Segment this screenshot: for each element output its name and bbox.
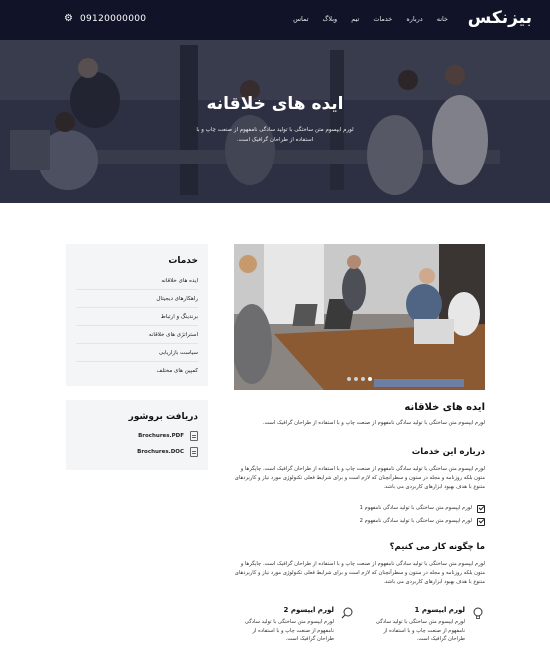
about-section: درباره این خدمات لورم ایپسوم متن ساختگی …: [234, 447, 485, 492]
slider-dot-3[interactable]: [354, 377, 358, 381]
hero-subtitle: لورم ایپسوم متن ساختگی با تولید سادگی نا…: [196, 127, 354, 143]
service-image-slider[interactable]: [234, 244, 485, 390]
gear-icon[interactable]: ⚙: [64, 14, 73, 24]
hero-overlay: [0, 40, 550, 203]
feature-text: لورم ایپسوم متن ساختگی با تولید سادگی نا…: [244, 619, 334, 642]
brochure-doc-link[interactable]: Brochures.DOC: [66, 444, 208, 460]
main-nav: خانه درباره خدمات تیم وبلاگ تماس: [293, 15, 448, 23]
nav-item-contact[interactable]: تماس: [293, 15, 308, 23]
check-text: لورم ایپسوم متن ساختگی با تولید سادگی نا…: [359, 518, 472, 524]
nav-item-blog[interactable]: وبلاگ: [323, 15, 338, 23]
check-item: لورم ایپسوم متن ساختگی با تولید سادگی نا…: [234, 515, 485, 528]
top-navbar: بیزنکس خانه درباره خدمات تیم وبلاگ تماس 09120…: [0, 0, 550, 40]
service-link-marketing[interactable]: سیاست بازاریابی: [76, 344, 198, 362]
services-title: خدمات: [168, 256, 198, 266]
search-icon: [341, 607, 353, 619]
feature-title: لورم ایپسوم 2: [283, 606, 334, 614]
slider-dot-1[interactable]: [368, 377, 372, 381]
service-link-branding[interactable]: برندینگ و ارتباط: [76, 308, 198, 326]
brochure-title: دریافت بروشور: [128, 412, 198, 422]
feature-title: لورم ایپسوم 1: [414, 606, 465, 614]
service-link-strategy[interactable]: استراتژی های خلاقانه: [76, 326, 198, 344]
file-name: Brochures.PDF: [138, 433, 184, 439]
lightbulb-icon: [473, 607, 483, 619]
services-sidebar: خدمات ایده های خلاقانه راهکارهای دیجیتال…: [66, 244, 208, 386]
main-intro: لورم ایپسوم متن ساختگی با تولید سادگی نا…: [262, 420, 485, 426]
hero-banner: ایده های خلاقانه لورم ایپسوم متن ساختگی …: [0, 40, 550, 203]
service-link-creative-ideas[interactable]: ایده های خلاقانه: [76, 272, 198, 290]
phone-number[interactable]: 09120000000: [80, 14, 146, 24]
how-we-work-section: ما چگونه کار می کنیم؟ لورم ایپسوم متن سا…: [234, 542, 485, 587]
slider-dot-2[interactable]: [361, 377, 365, 381]
feature-item-1: لورم ایپسوم 1 لورم ایپسوم متن ساختگی با …: [365, 606, 485, 644]
check-text: لورم ایپسوم متن ساختگی با تولید سادگی نا…: [359, 505, 472, 511]
checkbox-icon: [477, 517, 485, 526]
feature-text: لورم ایپسوم متن ساختگی با تولید سادگی نا…: [375, 619, 465, 642]
main-title: ایده های خلاقانه: [404, 402, 485, 413]
how-text: لورم ایپسوم متن ساختگی با تولید سادگی نا…: [234, 561, 485, 585]
file-icon: [190, 431, 198, 441]
brochure-pdf-link[interactable]: Brochures.PDF: [66, 428, 208, 444]
nav-item-home[interactable]: خانه: [437, 15, 448, 23]
feature-item-2: لورم ایپسوم 2 لورم ایپسوم متن ساختگی با …: [234, 606, 354, 644]
file-name: Brochures.DOC: [137, 449, 184, 455]
brochure-box: دریافت بروشور Brochures.PDF Brochures.DO…: [66, 400, 208, 470]
service-link-digital-solutions[interactable]: راهکارهای دیجیتال: [76, 290, 198, 308]
file-icon: [190, 447, 198, 457]
nav-item-about[interactable]: درباره: [406, 15, 422, 23]
nav-item-team[interactable]: تیم: [351, 15, 359, 23]
about-text: لورم ایپسوم متن ساختگی با تولید سادگی نا…: [234, 466, 485, 490]
about-title: درباره این خدمات: [411, 447, 485, 457]
checkbox-icon: [477, 504, 485, 513]
checklist: لورم ایپسوم متن ساختگی با تولید سادگی نا…: [234, 502, 485, 528]
service-link-campaigns[interactable]: کمپین های مختلف: [76, 362, 198, 380]
check-item: لورم ایپسوم متن ساختگی با تولید سادگی نا…: [234, 502, 485, 515]
slider-dot-4[interactable]: [347, 377, 351, 381]
hero-title: ایده های خلاقانه: [206, 94, 344, 114]
office-meeting-photo: [234, 244, 485, 390]
nav-item-services[interactable]: خدمات: [373, 15, 392, 23]
main-title-block: ایده های خلاقانه لورم ایپسوم متن ساختگی …: [234, 402, 485, 428]
how-title: ما چگونه کار می کنیم؟: [389, 542, 485, 552]
site-logo[interactable]: بیزنکس: [468, 8, 532, 28]
slider-dots: [234, 377, 485, 381]
